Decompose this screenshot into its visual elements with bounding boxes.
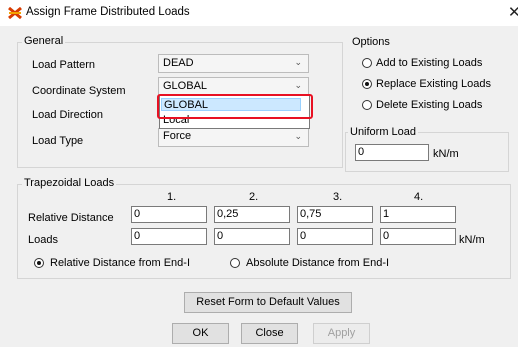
- relative-distance-mode-label[interactable]: Relative Distance from End-I: [50, 257, 190, 269]
- load-type-select[interactable]: Force ⌄: [158, 128, 309, 147]
- close-icon[interactable]: ✕: [508, 3, 518, 21]
- add-existing-radio[interactable]: [362, 58, 372, 68]
- absolute-distance-mode-label[interactable]: Absolute Distance from End-I: [246, 257, 389, 269]
- title-bar: Assign Frame Distributed Loads ✕: [0, 0, 518, 26]
- load-direction-label: Load Direction: [32, 109, 103, 121]
- loads-input-4[interactable]: 0: [380, 228, 456, 245]
- window-title: Assign Frame Distributed Loads: [26, 6, 190, 18]
- uniform-load-label: Uniform Load: [348, 126, 419, 138]
- loads-input-2[interactable]: 0: [214, 228, 290, 245]
- app-icon: [8, 7, 22, 19]
- relative-distance-radio[interactable]: [34, 258, 44, 268]
- relative-distance-input-4[interactable]: 1: [380, 206, 456, 223]
- load-pattern-value: DEAD: [163, 57, 194, 69]
- delete-existing-radio[interactable]: [362, 100, 372, 110]
- column-header-3: 3.: [333, 191, 343, 203]
- coordinate-system-value: GLOBAL: [163, 80, 208, 92]
- coordinate-system-label: Coordinate System: [32, 85, 126, 97]
- loads-label: Loads: [28, 234, 58, 246]
- chevron-down-icon: ⌄: [294, 131, 302, 141]
- options-group-label: Options: [352, 36, 390, 48]
- relative-distance-input-3[interactable]: 0,75: [297, 206, 373, 223]
- relative-distance-input-1[interactable]: 0: [131, 206, 207, 223]
- close-button[interactable]: Close: [241, 323, 298, 344]
- reset-form-button[interactable]: Reset Form to Default Values: [184, 292, 352, 313]
- delete-existing-label[interactable]: Delete Existing Loads: [376, 99, 482, 111]
- chevron-down-icon: ⌄: [294, 80, 302, 90]
- absolute-distance-radio[interactable]: [230, 258, 240, 268]
- relative-distance-label: Relative Distance: [28, 212, 114, 224]
- uniform-load-unit: kN/m: [433, 148, 459, 160]
- trapezoidal-group-label: Trapezoidal Loads: [22, 177, 117, 189]
- loads-input-3[interactable]: 0: [297, 228, 373, 245]
- add-existing-label[interactable]: Add to Existing Loads: [376, 57, 482, 69]
- loads-input-1[interactable]: 0: [131, 228, 207, 245]
- column-header-4: 4.: [414, 191, 424, 203]
- column-header-2: 2.: [249, 191, 259, 203]
- ok-button[interactable]: OK: [172, 323, 229, 344]
- highlight-annotation: [157, 94, 313, 119]
- load-type-value: Force: [163, 130, 192, 142]
- uniform-load-input[interactable]: 0: [355, 144, 429, 161]
- load-type-label: Load Type: [32, 135, 84, 147]
- replace-existing-radio[interactable]: [362, 79, 372, 89]
- general-group-label: General: [22, 35, 66, 47]
- load-pattern-label: Load Pattern: [32, 59, 95, 71]
- replace-existing-label[interactable]: Replace Existing Loads: [376, 78, 491, 90]
- chevron-down-icon: ⌄: [294, 57, 302, 67]
- apply-button[interactable]: Apply: [313, 323, 370, 344]
- relative-distance-input-2[interactable]: 0,25: [214, 206, 290, 223]
- load-pattern-select[interactable]: DEAD ⌄: [158, 54, 309, 73]
- loads-unit: kN/m: [459, 234, 485, 246]
- column-header-1: 1.: [167, 191, 177, 203]
